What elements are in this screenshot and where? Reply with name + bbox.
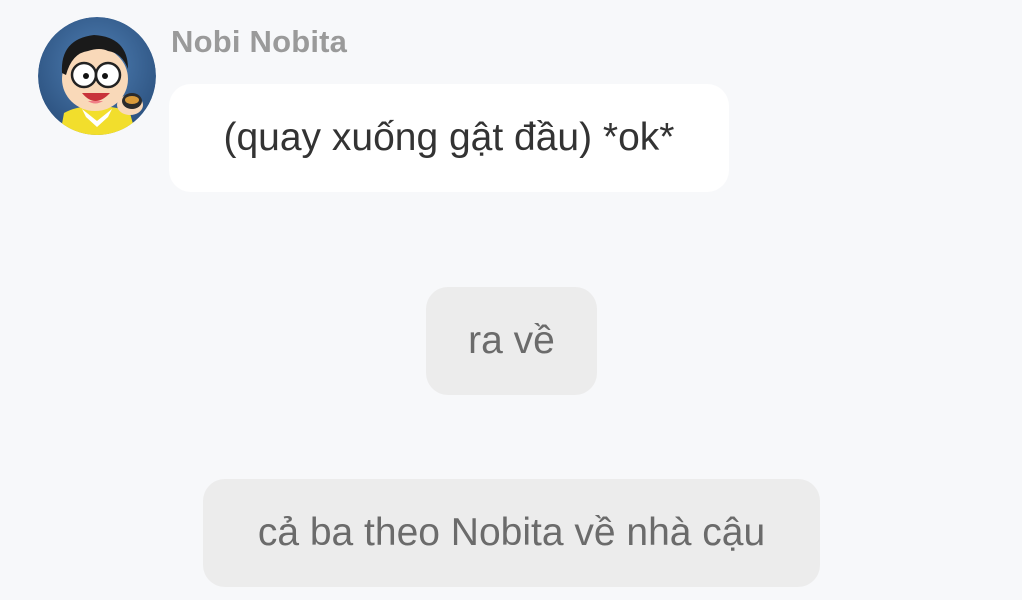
narration-text: ra về	[468, 319, 555, 362]
narration-text: cả ba theo Nobita về nhà cậu	[257, 511, 766, 554]
sender-name: Nobi Nobita	[171, 24, 348, 59]
sender-avatar[interactable]	[38, 17, 156, 135]
received-message-bubble[interactable]: (quay xuống gật đầu) *ok*	[169, 84, 729, 192]
narration-bubble[interactable]: ra về	[426, 287, 597, 395]
narration-bubble[interactable]: cả ba theo Nobita về nhà cậu	[203, 479, 820, 587]
message-text: (quay xuống gật đầu) *ok*	[223, 116, 675, 159]
nobita-avatar-icon	[38, 17, 156, 135]
